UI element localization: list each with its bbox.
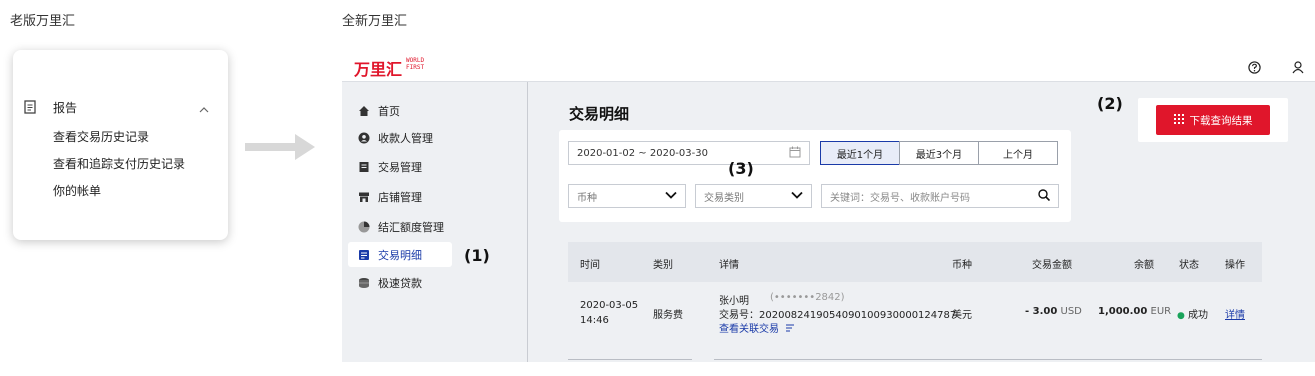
user-icon — [358, 132, 370, 144]
row-payee-name: 张小明 — [719, 296, 749, 307]
filter-lines-icon — [786, 324, 795, 335]
document-icon — [358, 161, 370, 173]
download-panel: 下载查询结果 — [1138, 98, 1288, 142]
menu-item-transaction-history[interactable]: 查看交易历史记录 — [53, 128, 149, 145]
arrow-right-icon — [245, 134, 315, 160]
row-currency: 美元 — [952, 310, 972, 321]
column-header-amount: 交易金额 — [1032, 260, 1072, 271]
row-date: 2020-03-05 — [580, 300, 639, 311]
column-header-balance: 余额 — [1134, 260, 1154, 271]
chevron-down-icon — [791, 191, 803, 202]
sidebar-item-fast-loan[interactable]: 极速贷款 — [348, 270, 452, 295]
callout-1: (1) — [464, 246, 490, 265]
filter-panel: 2020-01-02 ~ 2020-03-30 最近1个月 最近3个月 上个月 … — [559, 130, 1071, 222]
page-title: 交易明细 — [569, 105, 630, 123]
column-header-currency: 币种 — [952, 260, 972, 271]
menu-item-your-bills[interactable]: 你的帐单 — [53, 182, 101, 199]
column-header-actions: 操作 — [1225, 260, 1245, 271]
transaction-type-placeholder: 交易类别 — [704, 192, 744, 204]
brand-logo-sub: WORLD FIRST — [406, 57, 424, 71]
range-last-month[interactable]: 上个月 — [978, 141, 1058, 165]
sidebar: 首页 收款人管理 交易管理 店铺管理 结汇额度管理 交易明细 极速贷款 — [342, 82, 528, 362]
chevron-up-icon[interactable] — [199, 100, 209, 119]
row-amount-unit: USD — [1060, 306, 1082, 317]
callout-3: (3) — [728, 159, 754, 178]
row-balance: 1,000.00 EUR — [1098, 306, 1171, 317]
user-account-icon[interactable] — [1292, 59, 1304, 78]
currency-select[interactable]: 币种 — [568, 184, 686, 208]
sidebar-item-label: 结汇额度管理 — [378, 220, 444, 234]
search-icon[interactable] — [1038, 188, 1051, 204]
sidebar-item-label: 交易明细 — [378, 248, 422, 262]
sidebar-item-transactions[interactable]: 交易管理 — [348, 154, 452, 179]
help-icon[interactable] — [1248, 59, 1261, 78]
download-results-label: 下载查询结果 — [1189, 114, 1253, 127]
brand-logo[interactable]: 万里汇 — [354, 56, 402, 80]
row-divider — [568, 359, 692, 360]
currency-placeholder: 币种 — [577, 192, 597, 204]
callout-2: (2) — [1097, 94, 1123, 113]
row-balance-unit: EUR — [1150, 306, 1172, 317]
row-masked-account: (•••••••2842) — [770, 292, 845, 303]
row-status-label: 成功 — [1188, 310, 1209, 321]
row-amount: - 3.00 USD — [1025, 306, 1082, 317]
report-icon — [24, 99, 36, 118]
menu-item-payment-history[interactable]: 查看和追踪支付历史记录 — [53, 155, 185, 172]
top-bar: 万里汇 WORLD FIRST — [342, 50, 1315, 82]
search-input[interactable]: 关键词：交易号、收款账户号码 — [821, 184, 1059, 208]
sidebar-item-label: 极速贷款 — [378, 276, 422, 290]
sidebar-item-label: 收款人管理 — [378, 131, 433, 145]
table-row: 2020-03-05 14:46 服务费 张小明 (•••••••2842) 交… — [568, 282, 1262, 362]
row-type: 服务费 — [653, 310, 683, 321]
related-transactions-label: 查看关联交易 — [719, 324, 779, 335]
brand-logo-sub-2: FIRST — [406, 64, 425, 71]
transaction-type-select[interactable]: 交易类别 — [695, 184, 812, 208]
row-time: 14:46 — [580, 315, 609, 326]
row-balance-value: 1,000.00 — [1098, 306, 1148, 317]
related-transactions-link[interactable]: 查看关联交易 — [719, 320, 795, 335]
row-divider — [714, 359, 1262, 360]
transactions-table: 时间 类别 详情 币种 交易金额 余额 状态 操作 2020-03-05 14:… — [568, 242, 1262, 362]
range-last-1-month[interactable]: 最近1个月 — [820, 141, 900, 165]
row-datetime: 2020-03-05 14:46 — [580, 298, 638, 328]
brand-logo-sub-1: WORLD — [406, 57, 425, 64]
download-results-button[interactable]: 下载查询结果 — [1156, 105, 1270, 135]
sidebar-item-payees[interactable]: 收款人管理 — [348, 125, 452, 150]
date-range-value: 2020-01-02 ~ 2020-03-30 — [577, 147, 708, 159]
row-amount-value: - 3.00 — [1025, 306, 1058, 317]
sidebar-item-home[interactable]: 首页 — [348, 98, 452, 123]
row-transaction-number: 交易号：2020082419054090100930000124787 — [719, 310, 957, 321]
report-section-label[interactable]: 报告 — [53, 99, 77, 116]
column-header-details: 详情 — [719, 260, 739, 271]
column-header-type: 类别 — [653, 260, 673, 271]
new-app-window: 万里汇 WORLD FIRST 首页 收款人管理 交易管理 店铺管理 结汇额度管… — [342, 50, 1315, 362]
search-placeholder: 关键词：交易号、收款账户号码 — [830, 192, 970, 204]
date-range-input[interactable]: 2020-01-02 ~ 2020-03-30 — [568, 141, 810, 165]
store-icon — [358, 191, 370, 203]
sidebar-item-stores[interactable]: 店铺管理 — [348, 184, 452, 209]
sidebar-item-transaction-details[interactable]: 交易明细 — [348, 242, 452, 267]
coins-icon — [358, 277, 370, 289]
new-version-caption: 全新万里汇 — [342, 14, 408, 29]
pie-icon — [358, 221, 370, 233]
chevron-down-icon — [665, 191, 677, 202]
old-version-menu-card: 报告 查看交易历史记录 查看和追踪支付历史记录 你的帐单 — [13, 50, 228, 240]
range-last-3-months[interactable]: 最近3个月 — [899, 141, 979, 165]
list-icon — [358, 249, 370, 261]
sidebar-item-label: 首页 — [378, 104, 400, 118]
sidebar-item-label: 交易管理 — [378, 160, 422, 174]
sidebar-item-label: 店铺管理 — [378, 190, 422, 204]
home-icon — [358, 105, 370, 117]
calendar-icon[interactable] — [789, 146, 801, 161]
column-header-time: 时间 — [580, 260, 600, 271]
column-header-status: 状态 — [1179, 260, 1199, 271]
status-dot-icon: ● — [1177, 311, 1185, 321]
old-version-caption: 老版万里汇 — [10, 14, 76, 29]
grid-icon — [1173, 113, 1184, 127]
details-link[interactable]: 详情 — [1225, 306, 1245, 321]
row-status: ● 成功 — [1177, 306, 1208, 321]
sidebar-item-fx-quota[interactable]: 结汇额度管理 — [348, 214, 452, 239]
